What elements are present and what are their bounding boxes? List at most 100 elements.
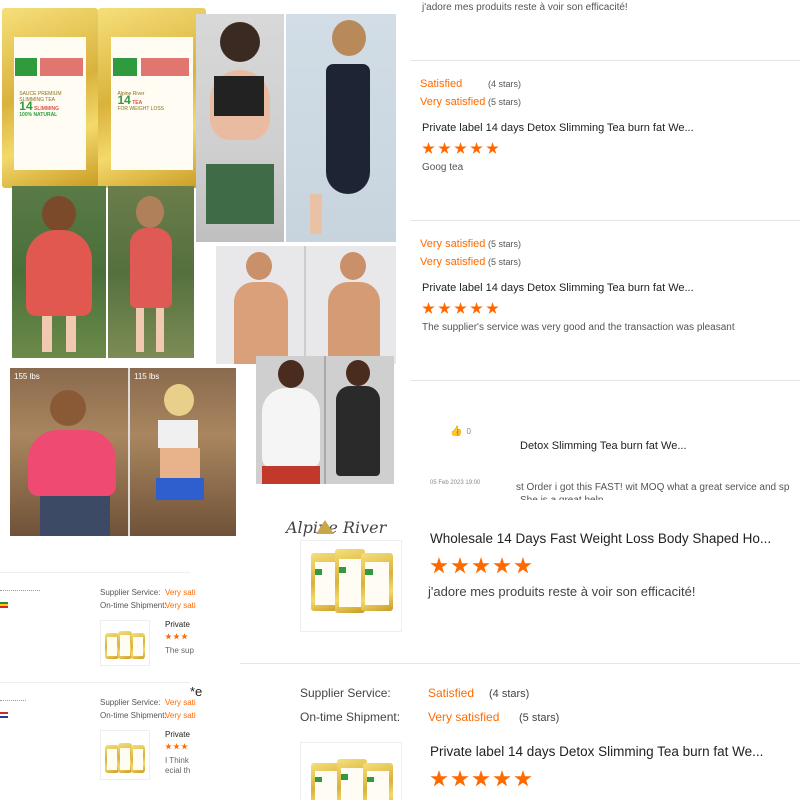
- star-rating: [165, 743, 188, 750]
- review-comment-line1: st Order i got this FAST! wit MOQ what a…: [516, 482, 790, 493]
- star-icon: [451, 557, 469, 574]
- thumbs-up-icon: 👍: [450, 426, 463, 437]
- product-title-link[interactable]: Detox Slimming Tea burn fat We...: [520, 440, 687, 452]
- like-count: 0: [466, 427, 471, 436]
- review-3: Very satisfied (5 stars) Very satisfied …: [410, 222, 800, 382]
- star-rating: [422, 142, 499, 155]
- star-icon: [173, 743, 180, 750]
- review-comment: j'adore mes produits reste à voir son ef…: [428, 584, 696, 599]
- review-small-2: Supplier Service: Very sati On-time Ship…: [0, 682, 196, 800]
- product-title-link[interactable]: Private label 14 days Detox Slimming Tea…: [422, 282, 694, 294]
- logo-mountain-icon: [316, 520, 334, 534]
- before-after-photo: [256, 356, 394, 484]
- star-rating: [165, 633, 188, 640]
- review-comment: I Think: [165, 756, 189, 765]
- divider: [410, 380, 800, 381]
- star-icon: [454, 302, 467, 314]
- after-weight-label: 115 lbs: [134, 372, 160, 381]
- product-title-link[interactable]: Private: [165, 620, 190, 629]
- flag-icon: [0, 602, 8, 608]
- before-photo: [12, 186, 106, 358]
- review-1: j'adore mes produits reste à voir son ef…: [410, 0, 800, 62]
- before-photo: [196, 14, 284, 242]
- brand-logo: Alpine River: [286, 518, 387, 537]
- star-icon: [181, 633, 188, 640]
- review-small-1: Supplier Service: Very sati On-time Ship…: [0, 572, 196, 676]
- product-thumbnail[interactable]: [300, 540, 402, 632]
- after-photo: [108, 186, 194, 358]
- star-icon: [470, 142, 483, 154]
- tea-package-image: SAUCE PREMIUM SLIMMING TEA 14 SLIMMING 1…: [2, 8, 98, 188]
- supplier-service-label: Supplier Service:: [100, 588, 161, 597]
- review-comment: The supplier's service was very good and…: [422, 322, 735, 333]
- star-icon: [514, 557, 532, 574]
- star-icon: [438, 302, 451, 314]
- star-icon: [472, 557, 490, 574]
- masked-username: [0, 590, 40, 591]
- shipment-level: Very sati: [165, 601, 196, 610]
- shipment-count: (5 stars): [488, 97, 522, 107]
- divider: [410, 60, 800, 61]
- star-icon: [165, 633, 172, 640]
- shipment-level: Very satisfied: [420, 256, 486, 268]
- supplier-service-label: Supplier Service:: [100, 698, 161, 707]
- reviewer-name-fragment: *e: [190, 684, 203, 699]
- supplier-service-rating: Very satisfied (5 stars): [420, 238, 521, 250]
- supplier-service-rating: Satisfied (4 stars): [420, 78, 521, 90]
- supplier-count: (4 stars): [489, 688, 530, 700]
- divider: [0, 572, 190, 573]
- product-title-link[interactable]: Private label 14 days Detox Slimming Tea…: [430, 744, 763, 759]
- review-date: 05 Feb 2023 19:00: [430, 480, 481, 486]
- supplier-level: Very satisfied: [420, 238, 486, 250]
- shipment-level: Very sati: [165, 711, 196, 720]
- star-icon: [173, 633, 180, 640]
- review-2: Satisfied (4 stars) Very satisfied (5 st…: [410, 62, 800, 222]
- review-main: Alpine River Wholesale 14 Days Fast Weig…: [240, 500, 800, 664]
- package-text: SAUCE PREMIUM SLIMMING TEA 14 SLIMMING 1…: [19, 90, 62, 118]
- star-icon: [486, 142, 499, 154]
- star-icon: [422, 302, 435, 314]
- star-icon: [165, 743, 172, 750]
- star-rating: [430, 557, 532, 575]
- star-icon: [422, 142, 435, 154]
- review-comment: Goog tea: [422, 162, 464, 173]
- product-title-link[interactable]: Private: [165, 730, 190, 739]
- star-icon: [493, 557, 511, 574]
- divider: [0, 682, 190, 683]
- shipment-label: On-time Shipment:: [100, 711, 167, 720]
- review-comment: The sup: [165, 646, 194, 655]
- review-comment: ecial th: [165, 766, 191, 775]
- before-after-photo: 155 lbs 115 lbs: [10, 368, 236, 536]
- before-weight-label: 155 lbs: [14, 372, 40, 381]
- product-title-link[interactable]: Wholesale 14 Days Fast Weight Loss Body …: [430, 531, 771, 546]
- after-photo: [286, 14, 396, 242]
- shipment-level: Very satisfied: [428, 710, 500, 724]
- star-rating: [422, 302, 499, 315]
- product-thumbnail[interactable]: [100, 730, 150, 780]
- product-title-link[interactable]: Private label 14 days Detox Slimming Tea…: [422, 122, 694, 134]
- star-icon: [438, 142, 451, 154]
- supplier-level: Very sati: [165, 698, 196, 707]
- star-icon: [514, 770, 532, 787]
- star-icon: [470, 302, 483, 314]
- divider: [410, 220, 800, 221]
- supplier-level: Very sati: [165, 588, 196, 597]
- review-comment: j'adore mes produits reste à voir son ef…: [422, 2, 628, 13]
- shipment-count: (5 stars): [519, 712, 560, 724]
- star-icon: [454, 142, 467, 154]
- shipment-rating: Very satisfied (5 stars): [420, 96, 521, 108]
- star-icon: [486, 302, 499, 314]
- masked-username: [0, 700, 26, 701]
- shipment-rating: Very satisfied (5 stars): [420, 256, 521, 268]
- supplier-level: Satisfied: [420, 78, 463, 90]
- supplier-count: (5 stars): [488, 239, 522, 249]
- shipment-label: On-time Shipment:: [300, 710, 401, 724]
- star-icon: [181, 743, 188, 750]
- product-thumbnail[interactable]: [100, 620, 150, 666]
- star-icon: [493, 770, 511, 787]
- before-after-photo: [216, 246, 396, 364]
- supplier-count: (4 stars): [488, 79, 522, 89]
- product-thumbnail[interactable]: [300, 742, 402, 800]
- like-button[interactable]: 👍 0: [450, 426, 471, 437]
- shipment-count: (5 stars): [488, 257, 522, 267]
